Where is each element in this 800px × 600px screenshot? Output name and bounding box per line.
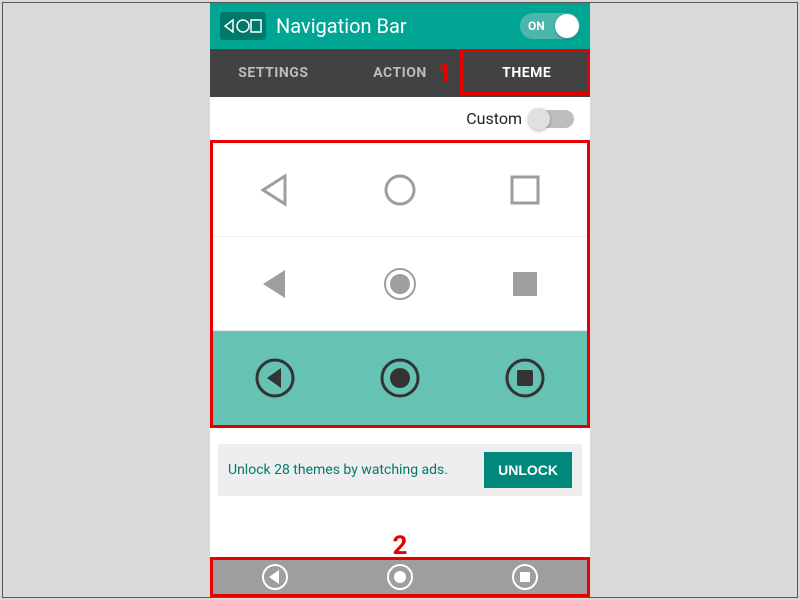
custom-toggle[interactable] bbox=[530, 110, 574, 128]
custom-label: Custom bbox=[466, 109, 522, 128]
home-filled-icon bbox=[380, 264, 420, 304]
sys-recent-icon[interactable] bbox=[510, 562, 540, 592]
sys-home-icon[interactable] bbox=[385, 562, 415, 592]
app-screen: Navigation Bar ON SETTINGS ACTION THEME … bbox=[210, 3, 590, 597]
toggle-knob bbox=[555, 14, 579, 38]
recent-circled-icon bbox=[503, 356, 547, 400]
tab-action[interactable]: ACTION bbox=[337, 49, 464, 97]
app-title: Navigation Bar bbox=[276, 14, 520, 38]
unlock-bar: Unlock 28 themes by watching ads. UNLOCK bbox=[218, 444, 582, 496]
back-circled-icon bbox=[253, 356, 297, 400]
sys-back-icon[interactable] bbox=[260, 562, 290, 592]
nav-glyphs-icon bbox=[223, 18, 263, 34]
tab-theme[interactable]: THEME bbox=[463, 49, 590, 97]
theme-row-outline[interactable] bbox=[213, 143, 587, 237]
recent-filled-icon bbox=[505, 264, 545, 304]
home-outline-icon bbox=[380, 170, 420, 210]
outer-frame: Navigation Bar ON SETTINGS ACTION THEME … bbox=[2, 2, 798, 598]
navbar-app-icon bbox=[220, 12, 266, 40]
unlock-button[interactable]: UNLOCK bbox=[484, 452, 572, 488]
recent-outline-icon bbox=[505, 170, 545, 210]
theme-row-circled[interactable] bbox=[213, 331, 587, 425]
theme-grid bbox=[210, 140, 590, 428]
toggle-label: ON bbox=[528, 19, 545, 33]
tab-settings[interactable]: SETTINGS bbox=[210, 49, 337, 97]
app-header: Navigation Bar ON bbox=[210, 3, 590, 49]
custom-toggle-knob bbox=[528, 108, 550, 130]
unlock-text: Unlock 28 themes by watching ads. bbox=[228, 462, 484, 478]
system-navbar bbox=[210, 557, 590, 597]
master-toggle[interactable]: ON bbox=[520, 13, 580, 39]
back-filled-icon bbox=[255, 264, 295, 304]
custom-row: Custom bbox=[210, 97, 590, 140]
home-circled-icon bbox=[378, 356, 422, 400]
back-outline-icon bbox=[255, 170, 295, 210]
theme-row-filled[interactable] bbox=[213, 237, 587, 331]
tab-bar: SETTINGS ACTION THEME 1 bbox=[210, 49, 590, 97]
